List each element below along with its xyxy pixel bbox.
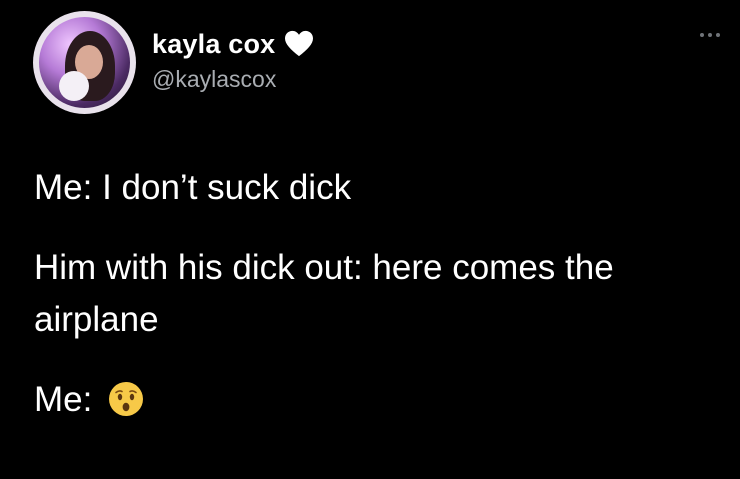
tweet-card: kayla cox @kaylascox Me: I don’t suck di… <box>0 0 740 479</box>
tweet-text-line-3: Me: <box>34 374 714 426</box>
author-name-row[interactable]: kayla cox <box>152 27 314 61</box>
avatar[interactable] <box>33 11 136 114</box>
more-options-icon[interactable] <box>700 33 720 37</box>
tweet-text-line-2: Him with his dick out: here comes the ai… <box>34 248 614 339</box>
user-handle[interactable]: @kaylascox <box>152 66 276 93</box>
hushed-face-emoji-icon <box>109 381 144 416</box>
tweet-text-prefix: Me: <box>34 380 93 419</box>
white-heart-icon <box>285 30 314 57</box>
avatar-photo <box>39 17 130 108</box>
display-name[interactable]: kayla cox <box>152 29 275 60</box>
tweet-text-line-1: Me: I don’t suck dick <box>34 168 352 207</box>
